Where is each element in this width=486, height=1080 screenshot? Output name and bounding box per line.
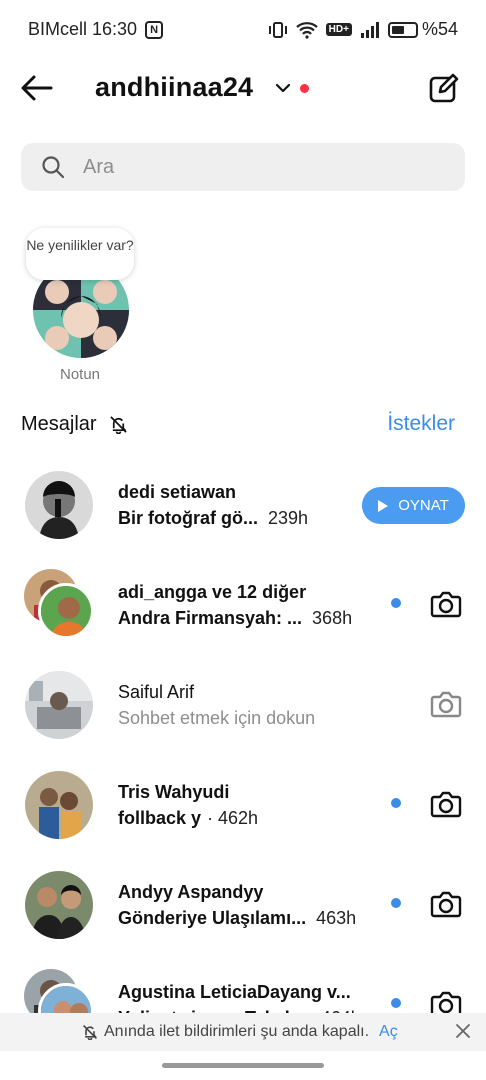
- back-arrow-icon[interactable]: [20, 72, 54, 104]
- unread-dot: [391, 998, 401, 1008]
- banner-message: Anında ilet bildirimleri şu anda kapalı.: [104, 1023, 370, 1040]
- thread-preview-row: Andra Firmansyah: ... 368h: [118, 608, 352, 629]
- status-dot: [300, 84, 309, 93]
- thread-time: 463h: [316, 908, 357, 928]
- avatar: [38, 583, 94, 639]
- thread-name: Saiful Arif: [118, 682, 195, 702]
- compose-icon[interactable]: [428, 72, 460, 104]
- status-bar: BIMcell 16:30 N HD+ %54: [0, 0, 486, 60]
- thread-preview-row: Gönderiye Ulaşılamı... 463h: [118, 908, 356, 929]
- status-left: BIMcell 16:30 N: [28, 19, 164, 40]
- thread-name: Agustina LeticiaDayang v...: [118, 982, 351, 1002]
- search-bar[interactable]: [21, 143, 465, 191]
- hd-icon: HD+: [325, 23, 352, 36]
- messages-title: Mesajlar: [21, 413, 97, 435]
- unread-dot: [391, 798, 401, 808]
- banner-text-row: Anında ilet bildirimleri şu anda kapalı.…: [82, 1023, 398, 1041]
- note-bubble[interactable]: Ne yenilikler var?: [26, 228, 134, 280]
- unread-dot: [391, 898, 401, 908]
- avatar: [25, 671, 93, 739]
- close-icon[interactable]: [454, 1022, 472, 1040]
- notification-banner: Anında ilet bildirimleri şu anda kapalı.…: [0, 1013, 486, 1051]
- unread-dot: [391, 598, 401, 608]
- note-label: Notun: [59, 366, 101, 383]
- turn-on-link[interactable]: Aç: [379, 1023, 398, 1041]
- thread-preview: Andra Firmansyah: ...: [118, 608, 303, 628]
- play-button-label: OYNAT: [398, 497, 449, 514]
- thread-name: Tris Wahyudi: [118, 782, 230, 802]
- thread-time: 368h: [312, 608, 353, 628]
- my-note[interactable]: Ne yenilikler var? Notun: [22, 228, 138, 388]
- camera-icon[interactable]: [430, 889, 462, 919]
- thread-name: adi_angga ve 12 diğer: [118, 582, 307, 602]
- thread-item[interactable]: Andyy Aspandyy Gönderiye Ulaşılamı... 46…: [0, 855, 486, 955]
- play-icon: [378, 499, 389, 512]
- avatar: [25, 871, 93, 939]
- thread-preview-row: Bir fotoğraf gö... 239h: [118, 508, 308, 529]
- status-right: HD+ %54: [268, 19, 458, 40]
- thread-time: · 462h: [207, 808, 259, 828]
- thread-preview: follback y: [118, 808, 202, 828]
- play-button[interactable]: OYNAT: [362, 487, 465, 524]
- thread-item[interactable]: adi_angga ve 12 diğer Andra Firmansyah: …: [0, 555, 486, 655]
- camera-icon[interactable]: [430, 789, 462, 819]
- battery-icon: [387, 21, 418, 38]
- thread-preview-row: follback y · 462h: [118, 808, 258, 829]
- thread-preview: Gönderiye Ulaşılamı...: [118, 908, 307, 928]
- vibrate-icon: [268, 21, 287, 38]
- header: andhiinaa24: [0, 60, 486, 116]
- thread-list: dedi setiawan Bir fotoğraf gö... 239h OY…: [0, 455, 486, 1055]
- nfc-icon: N: [145, 20, 164, 39]
- thread-item[interactable]: Tris Wahyudi follback y · 462h: [0, 755, 486, 855]
- search-icon: [42, 156, 65, 179]
- avatar: [25, 771, 93, 839]
- thread-item[interactable]: dedi setiawan Bir fotoğraf gö... 239h OY…: [0, 455, 486, 555]
- avatar: [25, 471, 93, 539]
- chevron-down-icon[interactable]: [275, 82, 291, 94]
- thread-item[interactable]: Saiful Arif Sohbet etmek için dokun: [0, 655, 486, 755]
- signal-icon: [360, 21, 379, 38]
- wifi-icon: [295, 21, 318, 39]
- thread-preview: Sohbet etmek için dokun: [118, 708, 316, 728]
- thread-preview-row: Sohbet etmek için dokun: [118, 708, 315, 729]
- thread-time: 239h: [267, 508, 309, 528]
- camera-icon[interactable]: [430, 689, 462, 719]
- requests-link[interactable]: İstekler: [387, 412, 455, 436]
- thread-name: Andyy Aspandyy: [118, 882, 264, 902]
- home-indicator[interactable]: [162, 1063, 324, 1068]
- thread-name: dedi setiawan: [118, 482, 237, 502]
- battery-percent: %54: [421, 19, 458, 39]
- carrier-time: BIMcell 16:30: [28, 19, 138, 39]
- thread-preview: Bir fotoğraf gö...: [118, 508, 258, 528]
- bell-off-icon[interactable]: [109, 415, 128, 434]
- messages-section-header: Mesajlar İstekler: [21, 411, 465, 441]
- bell-off-icon: [83, 1025, 97, 1040]
- search-input[interactable]: [83, 155, 423, 179]
- camera-icon[interactable]: [430, 589, 462, 619]
- account-name[interactable]: andhiinaa24: [95, 72, 253, 103]
